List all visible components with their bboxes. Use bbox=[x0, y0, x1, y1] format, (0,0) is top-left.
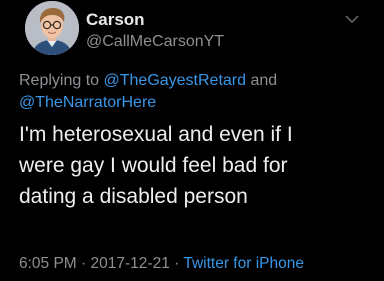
replying-to-conjunction: and bbox=[250, 72, 278, 89]
tweet-source-link[interactable]: Twitter for iPhone bbox=[183, 255, 304, 272]
tweet-metadata: 6:05 PM · 2017-12-21 · Twitter for iPhon… bbox=[19, 255, 304, 273]
separator: · bbox=[174, 255, 180, 272]
tweet-card: Carson @CallMeCarsonYT Replying to @TheG… bbox=[0, 0, 384, 281]
mention-link[interactable]: @TheGayestRetard bbox=[104, 72, 247, 89]
separator: · bbox=[81, 255, 87, 272]
tweet-text-line: I'm heterosexual and even if I bbox=[19, 123, 293, 146]
replying-to-label: Replying to bbox=[19, 72, 100, 89]
tweet-text: I'm heterosexual and even if I were gay … bbox=[19, 119, 369, 212]
profile-photo-icon bbox=[25, 1, 79, 55]
tweet-time[interactable]: 6:05 PM bbox=[19, 255, 77, 272]
tweet-text-line: were gay I would feel bad for bbox=[19, 154, 288, 177]
tweet-text-line: dating a disabled person bbox=[19, 185, 248, 208]
chevron-down-icon[interactable] bbox=[344, 13, 360, 25]
mention-link[interactable]: @TheNarratorHere bbox=[19, 94, 156, 111]
tweet-date[interactable]: 2017-12-21 bbox=[91, 255, 170, 272]
avatar[interactable] bbox=[25, 1, 79, 55]
display-name[interactable]: Carson bbox=[86, 10, 145, 30]
replying-to: Replying to @TheGayestRetard and @TheNar… bbox=[19, 70, 369, 114]
user-handle[interactable]: @CallMeCarsonYT bbox=[86, 33, 224, 51]
